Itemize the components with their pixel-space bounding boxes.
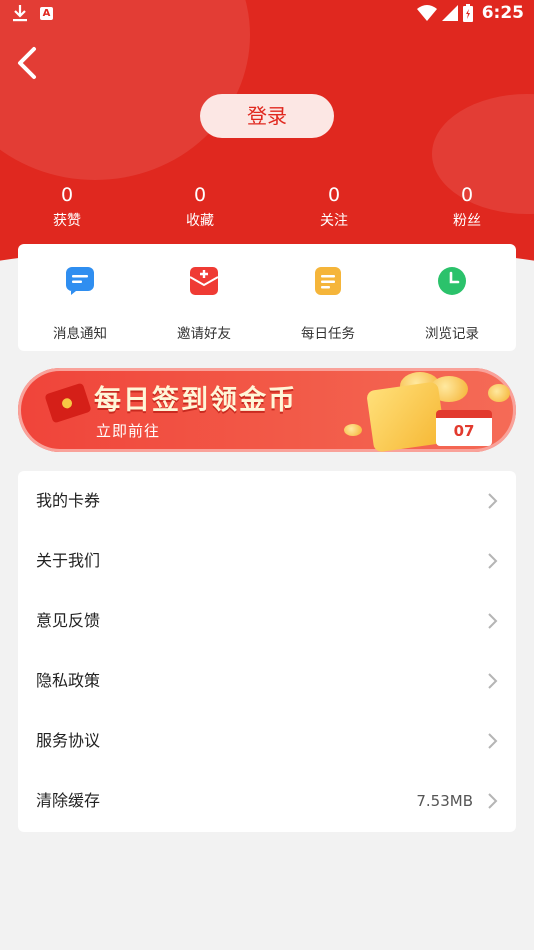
- menu-item-terms[interactable]: 服务协议: [18, 711, 516, 771]
- menu-item-feedback[interactable]: 意见反馈: [18, 591, 516, 651]
- stat-label: 收藏: [186, 213, 214, 229]
- stat-likes[interactable]: 0 获赞: [27, 184, 107, 230]
- quick-actions-card: 消息通知 邀请好友 每日任务 浏览记录: [18, 244, 516, 351]
- stat-fans[interactable]: 0 粉丝: [427, 184, 507, 230]
- stat-favorites[interactable]: 0 收藏: [160, 184, 240, 230]
- calendar-icon: 07: [436, 410, 492, 446]
- menu-item-label: 关于我们: [36, 551, 101, 570]
- chevron-left-icon[interactable]: [14, 46, 42, 80]
- quick-action-daily-task[interactable]: 每日任务: [266, 266, 390, 342]
- settings-menu: 我的卡券 关于我们 意见反馈 隐私政策 服务协议 清除缓存 7.53MB: [18, 471, 516, 832]
- stat-label: 获赞: [53, 213, 81, 229]
- gold-coin-icon: [488, 384, 510, 402]
- clock-time: 6:25: [481, 3, 524, 23]
- quick-action-history[interactable]: 浏览记录: [390, 266, 514, 342]
- banner-title: 每日签到领金币: [94, 385, 297, 416]
- stat-value: 0: [60, 184, 74, 206]
- chevron-right-icon: [488, 613, 498, 629]
- quick-action-label: 消息通知: [53, 326, 107, 342]
- stat-value: 0: [327, 184, 341, 206]
- task-list-icon: [315, 267, 341, 295]
- stat-value: 0: [460, 184, 474, 206]
- stat-following[interactable]: 0 关注: [294, 184, 374, 230]
- message-icon: [66, 267, 94, 295]
- cache-size-value: 7.53MB: [416, 792, 473, 810]
- quick-action-label: 邀请好友: [177, 326, 231, 342]
- quick-action-label: 浏览记录: [425, 326, 479, 342]
- wifi-icon: [416, 5, 437, 21]
- menu-item-label: 我的卡券: [36, 491, 101, 510]
- download-icon: [13, 5, 27, 22]
- battery-icon: [462, 4, 473, 22]
- login-button[interactable]: 登录: [200, 94, 334, 138]
- red-envelope-icon: [44, 382, 92, 424]
- menu-item-label: 服务协议: [36, 731, 101, 750]
- menu-item-clear-cache[interactable]: 清除缓存 7.53MB: [18, 771, 516, 831]
- menu-item-privacy[interactable]: 隐私政策: [18, 651, 516, 711]
- stat-label: 粉丝: [453, 213, 481, 229]
- gift-box-icon: [366, 381, 446, 452]
- quick-action-messages[interactable]: 消息通知: [18, 266, 142, 342]
- chevron-right-icon: [488, 673, 498, 689]
- menu-item-label: 清除缓存: [36, 791, 101, 810]
- chevron-right-icon: [488, 493, 498, 509]
- signal-icon: [441, 5, 458, 21]
- quick-action-invite[interactable]: 邀请好友: [142, 266, 266, 342]
- invite-envelope-icon: [189, 267, 219, 295]
- quick-action-label: 每日任务: [301, 326, 355, 342]
- chevron-right-icon: [488, 793, 498, 809]
- menu-item-label: 意见反馈: [36, 611, 101, 630]
- clock-icon: [438, 267, 466, 295]
- gold-coin-icon: [344, 424, 362, 436]
- stat-value: 0: [193, 184, 207, 206]
- daily-checkin-banner[interactable]: 每日签到领金币 立即前往 07: [18, 368, 516, 452]
- menu-item-coupons[interactable]: 我的卡券: [18, 471, 516, 531]
- chevron-right-icon: [488, 733, 498, 749]
- font-a-icon: A: [40, 6, 53, 20]
- chevron-right-icon: [488, 553, 498, 569]
- status-bar: A 6:25: [0, 0, 534, 28]
- banner-subtitle: 立即前往: [96, 422, 161, 440]
- menu-item-label: 隐私政策: [36, 671, 101, 690]
- stat-label: 关注: [320, 213, 348, 229]
- menu-item-about[interactable]: 关于我们: [18, 531, 516, 591]
